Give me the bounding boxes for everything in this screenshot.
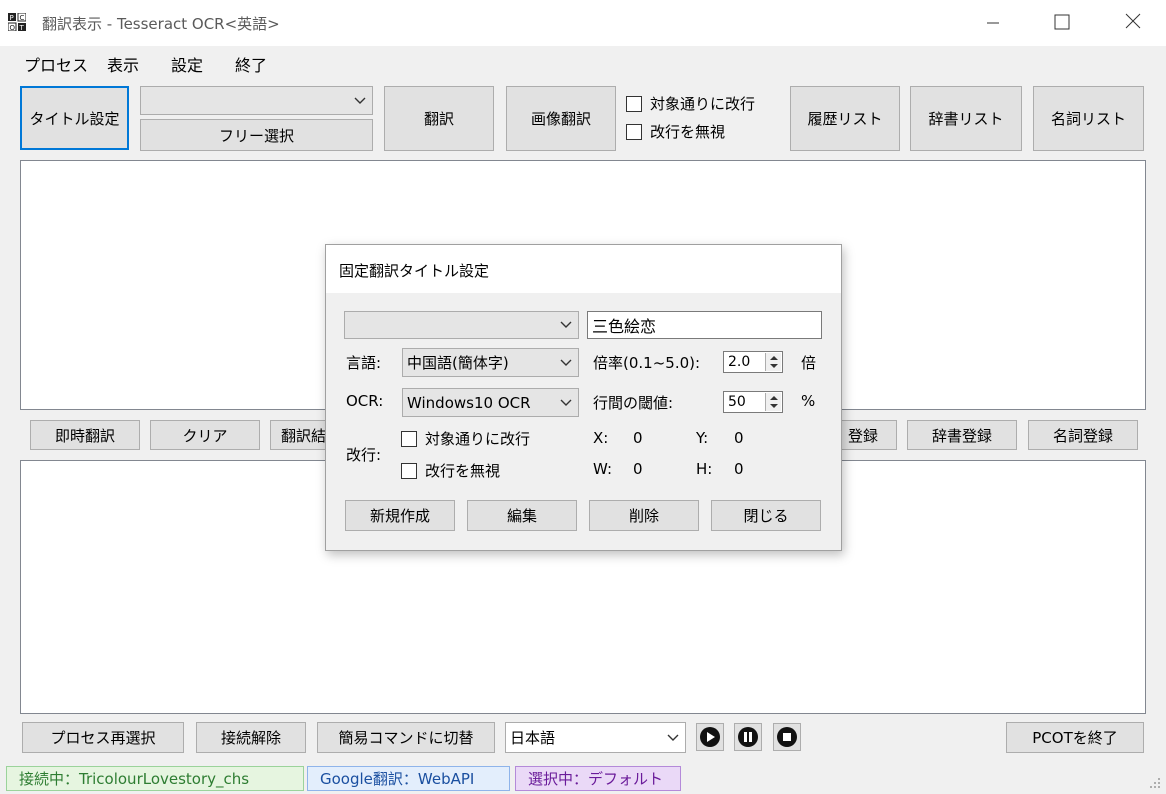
x-label: X:	[593, 429, 609, 447]
instant-translate-button[interactable]: 即時翻訳	[30, 420, 140, 450]
line-threshold-unit: %	[801, 392, 816, 410]
noun-register-button[interactable]: 名詞登録	[1028, 420, 1138, 450]
chevron-down-icon	[560, 399, 572, 406]
window-title: 翻訳表示 - Tesseract OCR<英語>	[42, 15, 280, 33]
menu-view[interactable]: 表示	[107, 52, 139, 76]
dialog-title: 固定翻訳タイトル設定	[339, 262, 490, 280]
menu-settings[interactable]: 設定	[171, 52, 203, 76]
scale-label: 倍率(0.1~5.0):	[593, 354, 701, 372]
scale-value: 2.0	[728, 354, 751, 370]
h-value: 0	[734, 460, 744, 478]
svg-text:T: T	[19, 24, 25, 31]
language-label: 言語:	[346, 354, 382, 372]
reselect-process-button[interactable]: プロセス再選択	[22, 722, 184, 753]
noun-list-button[interactable]: 名詞リスト	[1033, 86, 1144, 151]
ocr-label: OCR:	[346, 392, 384, 410]
status-connected: 接続中：TricolourLovestory_chs	[6, 766, 304, 791]
x-value: 0	[633, 429, 643, 447]
checkbox-icon	[401, 462, 417, 479]
line-threshold-value: 50	[728, 394, 746, 410]
pause-button[interactable]	[734, 723, 762, 751]
spinner-arrows-icon[interactable]	[765, 353, 781, 371]
svg-text:C: C	[20, 14, 25, 22]
w-label: W:	[593, 460, 613, 478]
line-threshold-spinner[interactable]: 50	[723, 391, 783, 413]
title-combo[interactable]	[140, 86, 373, 115]
minimize-button[interactable]	[970, 0, 1016, 46]
status-engine: Google翻訳：WebAPI	[307, 766, 510, 791]
svg-text:O: O	[10, 24, 16, 31]
ocr-select[interactable]: Windows10 OCR	[402, 388, 579, 417]
disconnect-button[interactable]: 接続解除	[196, 722, 306, 753]
pause-icon	[738, 727, 758, 747]
maximize-button[interactable]	[1038, 0, 1084, 46]
edit-button[interactable]: 編集	[467, 500, 577, 531]
chevron-down-icon	[560, 359, 572, 366]
checkbox-icon	[626, 95, 642, 112]
linebreak-target-label: 対象通りに改行	[650, 95, 756, 113]
ignore-linebreak-checkbox[interactable]: 改行を無視	[626, 121, 725, 142]
title-text-input[interactable]: 三色絵恋	[587, 311, 822, 339]
stop-button[interactable]	[773, 723, 801, 751]
menu-exit[interactable]: 終了	[235, 52, 267, 76]
title-setting-button[interactable]: タイトル設定	[20, 86, 129, 150]
dialog-linebreak-target-checkbox[interactable]: 対象通りに改行	[401, 428, 530, 449]
linebreak-label: 改行:	[346, 446, 382, 464]
checkbox-icon	[401, 430, 417, 447]
language-select[interactable]: 中国語(簡体字)	[402, 348, 579, 377]
y-label: Y:	[696, 429, 709, 447]
target-language-select[interactable]: 日本語	[505, 722, 686, 753]
new-button[interactable]: 新規作成	[345, 500, 455, 531]
dialog-ignore-linebreak-checkbox[interactable]: 改行を無視	[401, 460, 500, 481]
pcot-app-icon: P C O T	[7, 12, 27, 32]
simple-command-button[interactable]: 簡易コマンドに切替	[317, 722, 495, 753]
dialog-linebreak-target-label: 対象通りに改行	[425, 430, 531, 448]
h-label: H:	[696, 460, 713, 478]
y-value: 0	[734, 429, 744, 447]
language-value: 中国語(簡体字)	[407, 354, 509, 372]
maximize-icon	[1054, 14, 1070, 30]
linebreak-target-checkbox[interactable]: 対象通りに改行	[626, 93, 755, 114]
play-button[interactable]	[696, 723, 724, 751]
minimize-icon	[987, 22, 999, 24]
clear-button[interactable]: クリア	[150, 420, 260, 450]
scale-unit: 倍	[801, 354, 817, 372]
svg-text:P: P	[10, 14, 14, 22]
scale-spinner[interactable]: 2.0	[723, 351, 783, 373]
history-list-button[interactable]: 履歴リスト	[790, 86, 900, 151]
status-selected: 選択中：デフォルト	[515, 766, 681, 791]
target-language-value: 日本語	[510, 729, 556, 747]
close-icon	[1125, 13, 1141, 29]
delete-button[interactable]: 削除	[589, 500, 699, 531]
spinner-arrows-icon[interactable]	[765, 393, 781, 411]
w-value: 0	[633, 460, 643, 478]
stop-icon	[777, 727, 797, 747]
image-translate-button[interactable]: 画像翻訳	[506, 86, 616, 151]
close-window-button[interactable]	[1110, 0, 1156, 46]
dict-list-button[interactable]: 辞書リスト	[910, 86, 1022, 151]
exit-pcot-button[interactable]: PCOTを終了	[1006, 722, 1144, 753]
close-dialog-button[interactable]: 閉じる	[711, 500, 821, 531]
line-threshold-label: 行間の閾値:	[593, 394, 674, 412]
chevron-down-icon	[667, 734, 679, 741]
chevron-down-icon	[354, 97, 366, 104]
play-icon	[700, 727, 720, 747]
dict-register-button[interactable]: 辞書登録	[907, 420, 1017, 450]
preset-combo[interactable]	[344, 311, 579, 339]
ocr-value: Windows10 OCR	[407, 393, 531, 412]
title-setting-dialog: 固定翻訳タイトル設定 三色絵恋 言語: 中国語(簡体字) 倍率(0.1~5.0)…	[325, 244, 842, 551]
dialog-ignore-linebreak-label: 改行を無視	[425, 462, 501, 480]
checkbox-icon	[626, 123, 642, 140]
ignore-linebreak-label: 改行を無視	[650, 123, 726, 141]
resize-grip-icon[interactable]	[1148, 776, 1162, 794]
free-select-button[interactable]: フリー選択	[140, 119, 373, 151]
chevron-down-icon	[560, 321, 572, 328]
translate-button[interactable]: 翻訳	[384, 86, 494, 151]
menu-process[interactable]: プロセス	[24, 52, 88, 76]
